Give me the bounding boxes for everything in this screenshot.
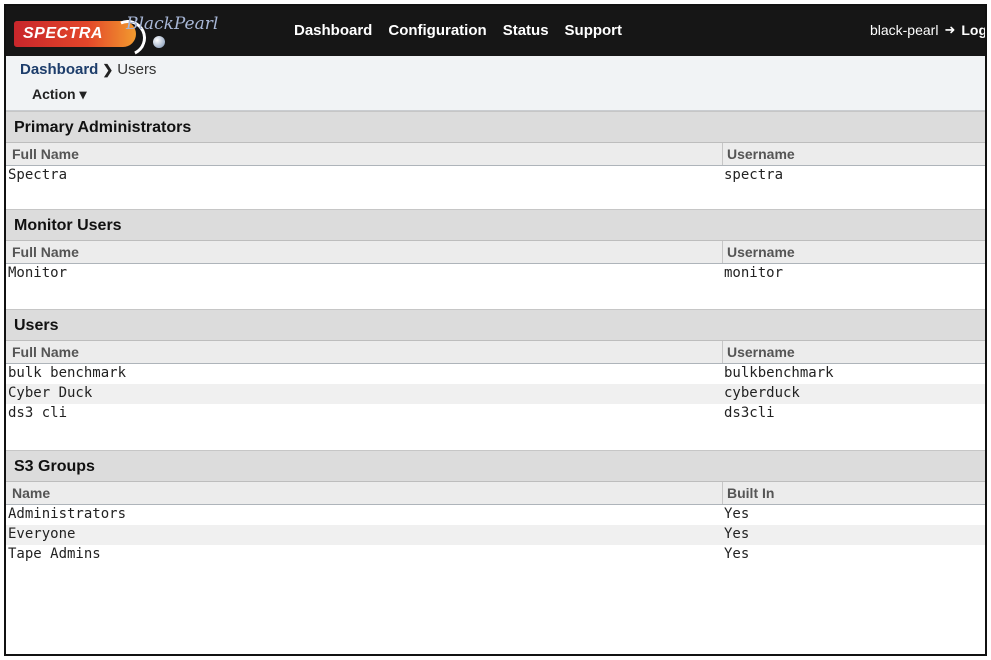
logo-product-name: BlackPearl [126,14,219,34]
table-header: Full Name Username [6,143,985,166]
cell-built-in: Yes [724,546,750,562]
cell-full-name: Monitor [8,265,68,281]
section-spacer [6,186,985,209]
column-header-full-name[interactable]: Full Name [12,146,79,162]
cell-full-name: Spectra [8,167,68,183]
column-header-username[interactable]: Username [727,244,795,260]
table-row[interactable]: Everyone Yes [6,525,985,545]
nav-support[interactable]: Support [565,22,623,39]
table-header: Name Built In [6,482,985,505]
section-monitor-users-title: Monitor Users [6,209,985,241]
logout-icon[interactable]: ➜ [944,22,955,38]
cell-full-name: ds3 cli [8,405,68,421]
table-row[interactable]: Tape Admins Yes [6,545,985,565]
logo-text: SPECTRA [23,25,103,42]
column-divider [722,241,723,263]
cell-group-name: Tape Admins [8,546,101,562]
user-area: black-pearl ➜ Log [869,22,985,38]
column-divider [722,341,723,363]
column-header-username[interactable]: Username [727,344,795,360]
table-row[interactable]: Spectra spectra [6,166,985,186]
cell-built-in: Yes [724,526,750,542]
column-divider [722,143,723,165]
spectra-blackpearl-logo[interactable]: SPECTRA BlackPearl [14,14,224,62]
nav-configuration[interactable]: Configuration [388,22,486,39]
cell-group-name: Administrators [8,506,127,522]
nav-dashboard[interactable]: Dashboard [294,22,372,39]
hostname-label: black-pearl [869,22,939,38]
page-subheader: Dashboard ❯ Users Action ▾ [6,56,985,111]
app-window: SPECTRA BlackPearl Dashboard Configurati… [4,4,987,656]
column-header-built-in[interactable]: Built In [727,485,774,501]
pearl-icon [153,36,165,48]
column-header-full-name[interactable]: Full Name [12,344,79,360]
cell-username: cyberduck [724,385,800,401]
nav-status[interactable]: Status [503,22,549,39]
breadcrumb-current: Users [117,61,157,78]
logout-link[interactable]: Log [961,22,985,38]
table-row[interactable]: Administrators Yes [6,505,985,525]
section-primary-administrators-title: Primary Administrators [6,111,985,143]
cell-username: ds3cli [724,405,775,421]
table-header: Full Name Username [6,341,985,364]
cell-username: spectra [724,167,784,183]
breadcrumb: Dashboard ❯ Users [20,61,156,78]
table-header: Full Name Username [6,241,985,264]
breadcrumb-dashboard-link[interactable]: Dashboard [20,61,98,78]
cell-username: monitor [724,265,784,281]
table-row[interactable]: ds3 cli ds3cli [6,404,985,424]
top-navigation-bar: SPECTRA BlackPearl Dashboard Configurati… [6,6,985,62]
chevron-right-icon: ❯ [102,61,114,77]
table-row[interactable]: Cyber Duck cyberduck [6,384,985,404]
section-users-title: Users [6,309,985,341]
column-divider [722,482,723,504]
action-menu-button[interactable]: Action ▾ [32,86,86,103]
table-row[interactable]: Monitor monitor [6,264,985,284]
section-s3-groups-title: S3 Groups [6,450,985,482]
section-spacer [6,284,985,309]
column-header-username[interactable]: Username [727,146,795,162]
column-header-name[interactable]: Name [12,485,50,501]
cell-full-name: bulk benchmark [8,365,127,381]
cell-built-in: Yes [724,506,750,522]
cell-username: bulkbenchmark [724,365,834,381]
cell-group-name: Everyone [8,526,76,542]
main-nav: Dashboard Configuration Status Support [294,22,622,39]
column-header-full-name[interactable]: Full Name [12,244,79,260]
cell-full-name: Cyber Duck [8,385,93,401]
table-row[interactable]: bulk benchmark bulkbenchmark [6,364,985,384]
section-spacer [6,424,985,450]
